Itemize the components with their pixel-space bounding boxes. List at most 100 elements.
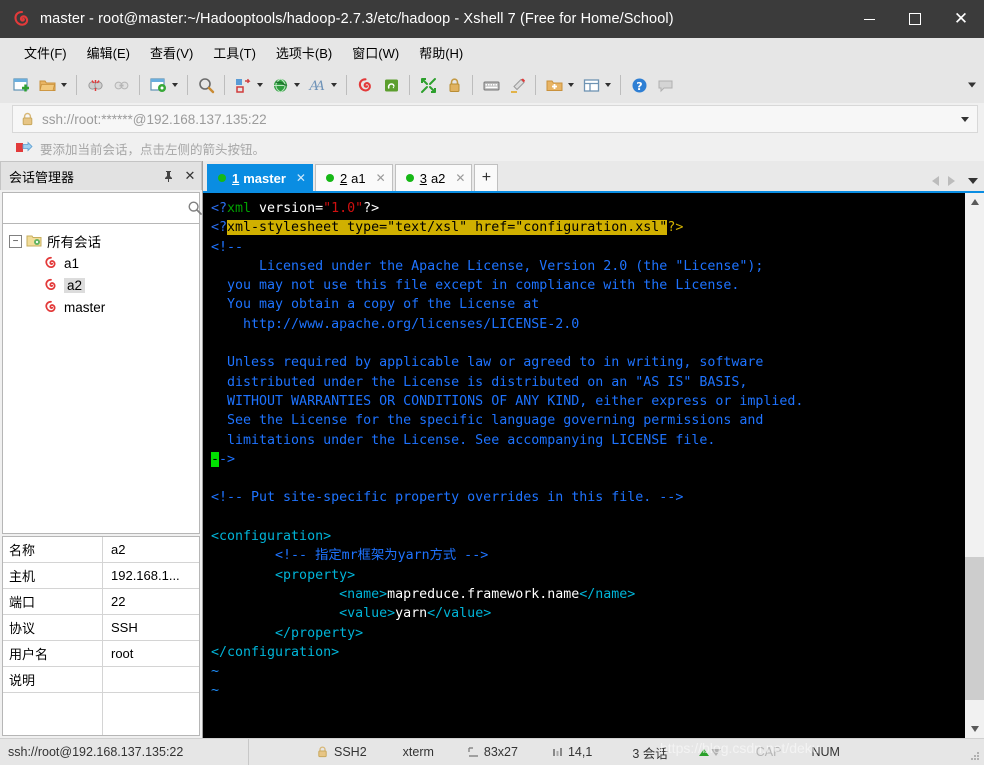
pin-button[interactable] <box>157 164 179 188</box>
address-bar[interactable]: ssh://root:******@192.168.137.135:22 <box>12 105 978 133</box>
chevron-down-icon[interactable] <box>961 116 969 122</box>
property-key: 名称 <box>3 537 103 562</box>
chevron-down-icon[interactable] <box>294 83 300 87</box>
nav-next-icon[interactable] <box>948 176 955 186</box>
property-value: 192.168.1... <box>111 568 180 583</box>
status-cap: CAP <box>755 745 782 759</box>
property-value: a2 <box>111 542 126 557</box>
chevron-down-icon[interactable] <box>568 83 574 87</box>
toolbar-separator <box>224 75 225 95</box>
status-cursor: 14,1 <box>544 739 600 765</box>
keyboard-icon[interactable] <box>478 72 504 98</box>
property-value <box>103 667 199 692</box>
tab-a2[interactable]: 3 a2 ✕ <box>394 164 473 191</box>
highlight-icon[interactable] <box>504 72 530 98</box>
close-panel-button[interactable]: ✕ <box>179 164 201 188</box>
tab-close-icon[interactable]: ✕ <box>296 171 306 185</box>
table-row: 主机 192.168.1... <box>3 563 199 589</box>
pin-icon <box>163 170 173 182</box>
menu-edit[interactable]: 编辑(E) <box>77 40 140 65</box>
status-dot-icon <box>405 174 414 182</box>
chevron-down-icon[interactable] <box>331 83 337 87</box>
toolbar-separator <box>139 75 140 95</box>
property-value: SSH <box>111 620 138 635</box>
session-properties-icon[interactable] <box>145 72 171 98</box>
layout-icon[interactable] <box>578 72 604 98</box>
status-bar: ssh://root@192.168.137.135:22 SSH2 xterm… <box>0 738 984 765</box>
scrollbar-track[interactable] <box>965 211 984 720</box>
status-protocol-label: SSH2 <box>334 745 367 759</box>
comment-icon[interactable] <box>652 72 678 98</box>
tab-list-icon[interactable] <box>968 178 978 184</box>
menu-view[interactable]: 查看(V) <box>140 40 203 65</box>
reconnect-icon[interactable] <box>108 72 134 98</box>
search-icon[interactable] <box>187 200 203 216</box>
nav-prev-icon[interactable] <box>932 176 939 186</box>
browser-icon[interactable] <box>267 72 293 98</box>
expander-icon[interactable]: − <box>9 234 22 248</box>
tree-node-a2[interactable]: a2 <box>3 274 199 296</box>
svg-text:?: ? <box>636 80 642 93</box>
xshell-icon <box>12 9 32 29</box>
menu-tools[interactable]: 工具(T) <box>203 40 266 65</box>
xftp-icon[interactable] <box>378 72 404 98</box>
xshell-icon[interactable] <box>352 72 378 98</box>
minimize-button[interactable] <box>846 0 892 38</box>
toolbar-overflow-icon[interactable] <box>968 82 976 88</box>
table-row: 协议 SSH <box>3 615 199 641</box>
status-transfer <box>690 739 730 765</box>
xshell-session-icon <box>43 299 59 315</box>
menu-window[interactable]: 窗口(W) <box>342 40 409 65</box>
tree-label-a1: a1 <box>64 255 80 271</box>
new-session-icon[interactable] <box>8 72 34 98</box>
new-tab-button[interactable]: + <box>474 164 499 191</box>
tab-close-icon[interactable]: ✕ <box>376 171 386 185</box>
menu-help[interactable]: 帮助(H) <box>409 40 473 65</box>
window-title: master - root@master:~/Hadooptools/hadoo… <box>40 11 674 27</box>
search-input[interactable] <box>3 199 187 217</box>
terminal-screen[interactable]: <?xml version="1.0"?> <?xml-stylesheet t… <box>203 193 964 738</box>
transfer-icon[interactable] <box>230 72 256 98</box>
session-tree[interactable]: − 所有会话 a1 a2 master <box>2 224 200 534</box>
font-icon[interactable]: A A <box>304 72 330 98</box>
new-folder-icon[interactable] <box>541 72 567 98</box>
red-arrow-icon <box>14 141 34 155</box>
toolbar-separator <box>620 75 621 95</box>
session-search-row[interactable] <box>2 192 203 224</box>
cursor-position-icon <box>552 747 563 758</box>
download-arrow-icon <box>710 748 721 756</box>
terminal-scrollbar[interactable] <box>964 193 984 738</box>
find-icon[interactable] <box>193 72 219 98</box>
tree-node-a1[interactable]: a1 <box>3 252 199 274</box>
chevron-down-icon[interactable] <box>605 83 611 87</box>
open-folder-icon[interactable] <box>34 72 60 98</box>
property-key: 主机 <box>3 563 103 588</box>
tree-node-all-sessions[interactable]: − 所有会话 <box>3 230 199 252</box>
tab-label: a1 <box>351 170 366 186</box>
chevron-down-icon[interactable] <box>61 83 67 87</box>
scroll-up-button[interactable] <box>965 193 984 211</box>
menu-file[interactable]: 文件(F) <box>14 40 77 65</box>
resize-grip-icon[interactable] <box>969 750 981 762</box>
chevron-down-icon[interactable] <box>172 83 178 87</box>
help-icon[interactable]: ? <box>626 72 652 98</box>
tree-node-master[interactable]: master <box>3 296 199 318</box>
status-num: NUM <box>811 745 840 759</box>
tab-close-icon[interactable]: ✕ <box>455 171 465 185</box>
lock-icon[interactable] <box>441 72 467 98</box>
scroll-down-button[interactable] <box>965 720 984 738</box>
chevron-down-icon[interactable] <box>257 83 263 87</box>
fullscreen-icon[interactable] <box>415 72 441 98</box>
notice-text: 要添加当前会话，点击左侧的箭头按钮。 <box>40 142 266 157</box>
maximize-button[interactable] <box>892 0 938 38</box>
address-value: ssh://root:******@192.168.137.135:22 <box>42 111 267 127</box>
tab-a1[interactable]: 2 a1 ✕ <box>314 164 393 191</box>
disconnect-icon[interactable] <box>82 72 108 98</box>
property-key: 协议 <box>3 615 103 640</box>
tab-master[interactable]: 1 master ✕ <box>207 164 313 191</box>
table-row <box>3 693 199 735</box>
scrollbar-thumb[interactable] <box>965 557 984 700</box>
status-sessions: 3 会话 <box>632 746 668 761</box>
close-button[interactable]: ✕ <box>938 0 984 38</box>
menu-tabs[interactable]: 选项卡(B) <box>266 40 342 65</box>
